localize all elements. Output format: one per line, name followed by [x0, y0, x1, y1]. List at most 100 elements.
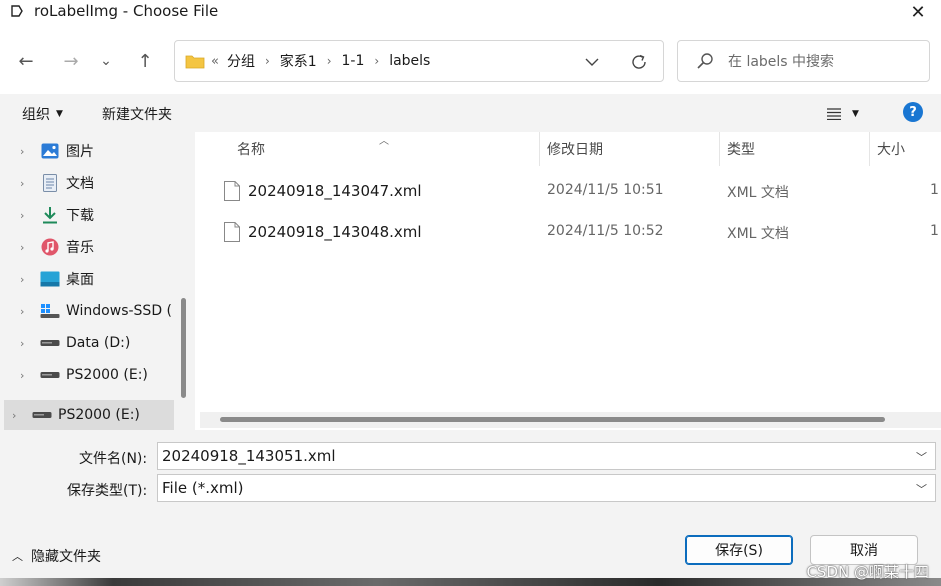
sidebar-item-label: PS2000 (E:) [58, 407, 140, 423]
file-icon [224, 222, 240, 242]
window-title: roLabelImg - Choose File [34, 2, 219, 20]
back-arrow-icon: ← [18, 50, 34, 72]
filename-label: 文件名(N): [79, 451, 148, 467]
caret-down-icon: ▼ [852, 109, 859, 119]
title-bar: roLabelImg - Choose File ✕ [0, 0, 941, 24]
expand-chevron-icon[interactable]: › [20, 337, 32, 350]
column-divider[interactable] [869, 132, 870, 166]
search-input[interactable]: 在 labels 中搜索 [677, 40, 930, 82]
app-icon [11, 5, 23, 17]
drive-icon [40, 366, 60, 384]
file-date: 2024/11/5 10:52 [547, 223, 664, 239]
hide-folders-toggle[interactable]: ︿ 隐藏文件夹 [12, 546, 101, 566]
drive-icon [40, 334, 60, 352]
sidebar-item-ps2000-e-selected[interactable]: › PS2000 (E:) [4, 400, 174, 430]
chevron-down-icon: ⌄ [100, 53, 112, 69]
expand-chevron-icon[interactable]: › [20, 369, 32, 382]
pictures-icon [40, 142, 60, 160]
breadcrumb-separator-icon[interactable]: › [265, 54, 270, 68]
sidebar-item-label: Windows-SSD ( [66, 303, 173, 319]
close-button[interactable]: ✕ [895, 0, 941, 24]
sidebar-item-desktop[interactable]: › 桌面 [0, 264, 176, 294]
navigation-bar: ← → ⌄ ↑ « 分组 › 家系1 › 1-1 › labels 在 labe… [0, 36, 941, 86]
column-header-size[interactable]: 大小 [877, 132, 905, 166]
column-header-name[interactable]: 名称 [237, 132, 265, 166]
expand-chevron-icon[interactable]: › [20, 273, 32, 286]
sidebar-item-downloads[interactable]: › 下载 [0, 200, 176, 230]
expand-chevron-icon[interactable]: › [20, 305, 32, 318]
help-button[interactable]: ? [903, 102, 923, 122]
filetype-select[interactable]: File (*.xml) ﹀ [157, 474, 936, 502]
filetype-label: 保存类型(T): [67, 483, 148, 499]
column-header-date[interactable]: 修改日期 [547, 132, 603, 166]
chevron-down-icon[interactable]: ﹀ [916, 449, 927, 465]
column-divider[interactable] [539, 132, 540, 166]
breadcrumb: « 分组 › 家系1 › 1-1 › labels [211, 51, 430, 71]
breadcrumb-item[interactable]: 1-1 [342, 53, 365, 69]
file-list: ︿ 名称 修改日期 类型 大小 20240918_143047.xml 2024… [195, 132, 941, 430]
file-icon [224, 181, 240, 201]
filename-value: 20240918_143051.xml [162, 447, 336, 465]
filename-input[interactable]: 20240918_143051.xml ﹀ [157, 442, 936, 470]
sidebar-item-label: 音乐 [66, 240, 94, 256]
address-bar[interactable]: « 分组 › 家系1 › 1-1 › labels [174, 40, 664, 82]
expand-chevron-icon[interactable]: › [20, 145, 32, 158]
save-button[interactable]: 保存(S) [685, 535, 793, 565]
refresh-icon [632, 54, 646, 69]
view-options-button[interactable]: ▼ [826, 104, 870, 124]
address-dropdown-button[interactable] [583, 53, 601, 71]
chevron-up-icon: ︿ [12, 550, 23, 563]
navigation-pane: › 图片 › 文档 › 下载 › 音乐 › 桌面 › Windows-SSD (… [0, 132, 195, 430]
sidebar-item-windows-ssd[interactable]: › Windows-SSD ( [0, 296, 176, 326]
sidebar-item-label: 下载 [66, 208, 94, 224]
sidebar-item-label: 文档 [66, 176, 94, 192]
new-folder-button[interactable]: 新建文件夹 [102, 104, 172, 124]
table-row[interactable]: 20240918_143048.xml 2024/11/5 10:52 XML … [215, 214, 941, 250]
organize-label: 组织 [22, 107, 50, 123]
filetype-value: File (*.xml) [162, 479, 244, 497]
refresh-button[interactable] [629, 52, 649, 72]
file-type: XML 文档 [727, 185, 789, 201]
recent-locations-button[interactable]: ⌄ [96, 48, 116, 74]
breadcrumb-separator-icon[interactable]: › [374, 54, 379, 68]
expand-chevron-icon[interactable]: › [12, 409, 24, 422]
windows-drive-icon [40, 302, 60, 320]
overflow-chevron-icon[interactable]: « [211, 54, 219, 69]
chevron-down-icon [585, 58, 599, 66]
dialog-footer: 文件名(N): 20240918_143051.xml ﹀ 保存类型(T): F… [0, 430, 941, 586]
sidebar-item-ps2000-e[interactable]: › PS2000 (E:) [0, 360, 176, 390]
breadcrumb-item[interactable]: 分组 [227, 51, 255, 71]
up-button[interactable]: ↑ [132, 48, 158, 74]
sidebar-item-label: 桌面 [66, 272, 94, 288]
forward-button[interactable]: → [58, 48, 84, 74]
back-button[interactable]: ← [13, 48, 39, 74]
list-view-icon [827, 108, 841, 120]
up-arrow-icon: ↑ [137, 50, 153, 72]
file-name: 20240918_143047.xml [248, 182, 422, 200]
breadcrumb-item[interactable]: labels [389, 53, 430, 69]
file-size: 1 [930, 223, 939, 239]
horizontal-scrollbar-thumb[interactable] [220, 417, 885, 422]
close-icon: ✕ [910, 1, 926, 23]
expand-chevron-icon[interactable]: › [20, 209, 32, 222]
sidebar-item-label: PS2000 (E:) [66, 367, 148, 383]
organize-menu-button[interactable]: 组织 ▼ [22, 104, 63, 124]
table-row[interactable]: 20240918_143047.xml 2024/11/5 10:51 XML … [215, 173, 941, 209]
documents-icon [40, 174, 60, 192]
expand-chevron-icon[interactable]: › [20, 241, 32, 254]
breadcrumb-separator-icon[interactable]: › [327, 54, 332, 68]
music-icon [40, 238, 60, 256]
sidebar-scrollbar[interactable] [181, 298, 186, 398]
sidebar-item-music[interactable]: › 音乐 [0, 232, 176, 262]
chevron-down-icon[interactable]: ﹀ [916, 481, 927, 497]
sidebar-item-documents[interactable]: › 文档 [0, 168, 176, 198]
column-divider[interactable] [719, 132, 720, 166]
caret-down-icon: ▼ [56, 109, 63, 119]
sidebar-item-pictures[interactable]: › 图片 [0, 136, 176, 166]
sidebar-item-data-d[interactable]: › Data (D:) [0, 328, 176, 358]
expand-chevron-icon[interactable]: › [20, 177, 32, 190]
column-header-type[interactable]: 类型 [727, 132, 755, 166]
breadcrumb-item[interactable]: 家系1 [280, 51, 317, 71]
drive-icon [32, 406, 52, 424]
folder-icon [185, 55, 205, 69]
